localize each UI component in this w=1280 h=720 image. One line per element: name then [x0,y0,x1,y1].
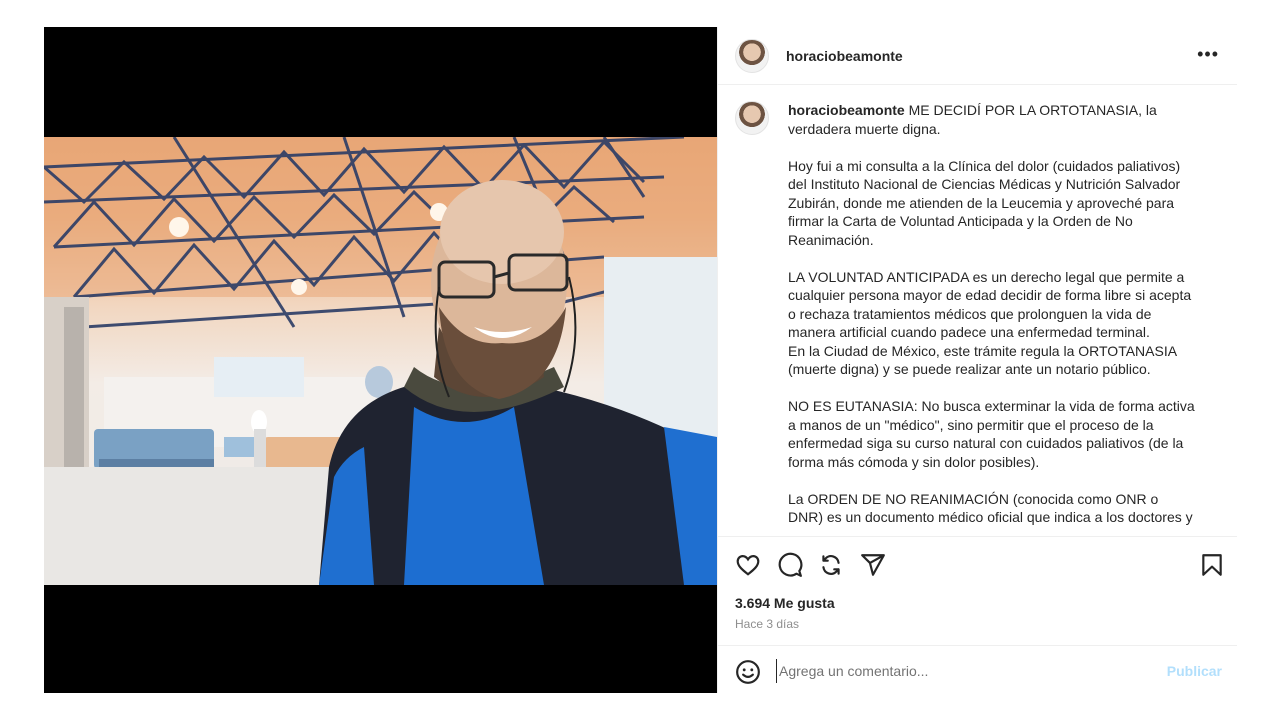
caption-username[interactable]: horaciobeamonte [788,102,905,118]
post-time[interactable]: Hace 3 días [735,617,799,631]
comment-icon[interactable] [777,552,803,578]
caption-avatar[interactable] [735,101,769,135]
author-avatar[interactable] [735,38,769,73]
post-side-panel: horaciobeamonte ••• horaciobeamonte ME D… [717,27,1237,693]
post-photo[interactable]: ⟲ [44,137,717,585]
selfie-photo-illustration [44,137,717,585]
repost-icon[interactable] [818,552,844,578]
action-bar [718,536,1237,594]
heart-icon[interactable] [735,552,761,578]
caption-area: horaciobeamonte ME DECIDÍ POR LA ORTOTAN… [718,85,1237,536]
send-icon[interactable] [860,552,886,578]
post-header: horaciobeamonte ••• [718,27,1237,85]
publish-button[interactable]: Publicar [1167,663,1222,679]
more-horizontal-icon[interactable]: ••• [1197,45,1219,63]
likes-count[interactable]: 3.694 Me gusta [735,595,835,611]
caption-body: Hoy fui a mi consulta a la Clínica del d… [788,157,1195,526]
bookmark-icon[interactable] [1199,552,1225,578]
comment-input[interactable] [776,659,1136,683]
post-caption: horaciobeamonte ME DECIDÍ POR LA ORTOTAN… [788,101,1197,536]
post-media[interactable]: ⟲ [44,27,717,693]
emoji-icon[interactable] [735,659,761,685]
comment-bar: Publicar [718,645,1237,693]
author-username[interactable]: horaciobeamonte [786,48,903,64]
